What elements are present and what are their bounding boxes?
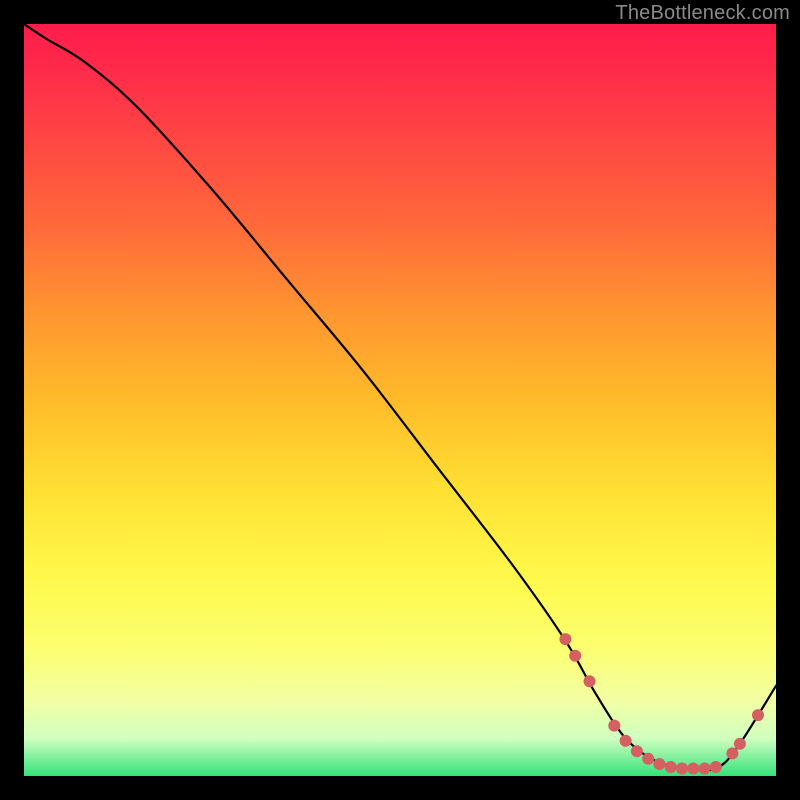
chart-stage: TheBottleneck.com (0, 0, 800, 800)
chart-marker (620, 735, 632, 747)
chart-marker (665, 761, 677, 773)
chart-series-curve (24, 24, 776, 770)
chart-marker (608, 720, 620, 732)
chart-marker (642, 753, 654, 765)
chart-marker (734, 738, 746, 750)
chart-marker (699, 763, 711, 775)
chart-marker (584, 675, 596, 687)
attribution-text: TheBottleneck.com (615, 2, 790, 25)
chart-marker (676, 763, 688, 775)
chart-marker (569, 650, 581, 662)
chart-marker (559, 633, 571, 645)
chart-marker (710, 761, 722, 773)
chart-marker (631, 745, 643, 757)
chart-marker (687, 763, 699, 775)
chart-marker-group (559, 633, 764, 774)
chart-marker (726, 747, 738, 759)
chart-marker (752, 709, 764, 721)
chart-svg (24, 24, 776, 776)
chart-marker (653, 758, 665, 770)
chart-plot-area (24, 24, 776, 776)
